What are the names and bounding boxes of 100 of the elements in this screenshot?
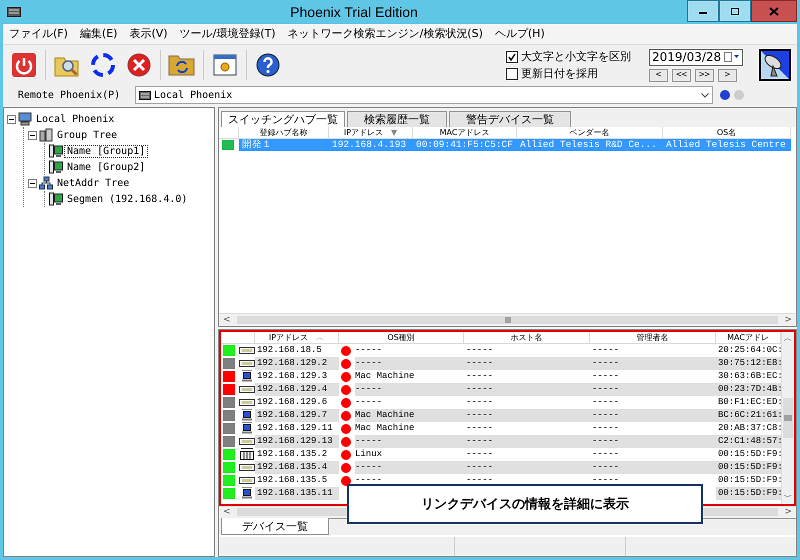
status-dot	[341, 450, 351, 460]
table-cell: C2:C1:48:57:	[716, 435, 781, 448]
scroll-down-arrow[interactable]: ﹀	[784, 490, 792, 504]
nav-button[interactable]: <<	[672, 68, 691, 82]
network-icon	[39, 176, 53, 190]
tab[interactable]: デバイス一覧	[221, 518, 329, 536]
column-header[interactable]: OS種別	[387, 332, 415, 343]
column-header[interactable]: 管理者名	[636, 332, 668, 343]
maximize-icon	[730, 6, 740, 16]
table-cell-text: -----	[591, 474, 620, 487]
calendar-dropdown-icon	[724, 52, 740, 62]
table-cell-text: -----	[355, 396, 384, 409]
table-cell-text: -----	[465, 448, 494, 461]
menu-item[interactable]: ヘルプ(H)	[494, 26, 545, 42]
menu-item[interactable]: ファイル(F)	[9, 26, 68, 42]
table-cell: 00:09:41:F5:C5:CF	[413, 139, 517, 151]
mac-computer-icon	[239, 370, 255, 382]
table-cell: -----	[590, 461, 716, 474]
table-cell-text: Mac Machine	[355, 370, 416, 383]
table-cell: -----	[464, 435, 590, 448]
tree-item[interactable]: Local Phoenix	[34, 114, 116, 124]
refresh-button[interactable]	[88, 50, 118, 80]
column-header[interactable]: OS名	[716, 127, 736, 138]
monitor-icon	[49, 192, 63, 206]
network-card-icon	[239, 357, 255, 369]
status-dot	[341, 424, 351, 434]
remote-dropdown[interactable]: Local Phoenix	[135, 86, 713, 104]
tree-item[interactable]: NetAddr Tree	[55, 178, 132, 188]
table-cell: 192.168.4.193	[329, 139, 413, 151]
nav-button[interactable]: >>	[695, 68, 714, 82]
table-cell-text: Mac Machine	[355, 422, 416, 435]
tab[interactable]: 警告デバイス一覧	[449, 111, 571, 127]
table-cell-text: Linux	[355, 448, 384, 461]
menu-item[interactable]: ツール/環境登録(T)	[180, 26, 276, 42]
collapse-icon[interactable]	[7, 114, 16, 124]
scroll-left-arrow[interactable]: <	[223, 315, 231, 325]
checkbox-label: 大文字と小文字を区別	[521, 49, 631, 64]
tab[interactable]: 検索履歴一覧	[347, 111, 447, 127]
table-cell: 192.168.135.4	[255, 461, 339, 474]
nav-button[interactable]: >	[718, 68, 737, 82]
column-header[interactable]: IPアドレス	[344, 127, 384, 138]
collapse-icon[interactable]	[28, 130, 37, 140]
table-cell: -----	[590, 357, 716, 370]
menu-item[interactable]: 表示(V)	[129, 26, 168, 42]
menu-item[interactable]: 編集(E)	[80, 26, 118, 42]
menu-item[interactable]: ネットワーク検索エンジン/検索状況(S)	[288, 26, 483, 42]
table-cell: -----	[464, 383, 590, 396]
status-light-icon	[719, 89, 747, 101]
checkbox[interactable]	[506, 68, 518, 80]
table-cell-text: B0:F1:EC:ED:	[717, 396, 781, 409]
tree-item[interactable]: Segmen (192.168.4.0)	[65, 194, 190, 204]
table-cell: -----	[590, 409, 716, 422]
network-card-icon	[239, 474, 255, 486]
table-cell-text: -----	[591, 344, 620, 357]
checkbox[interactable]	[506, 50, 518, 62]
table-cell: -----	[464, 357, 590, 370]
table-cell: Allied Telesis R&D Ce...	[517, 139, 663, 151]
table-cell-text: -----	[591, 422, 620, 435]
grip-icon	[504, 317, 512, 323]
scroll-left-arrow[interactable]: <	[223, 507, 231, 518]
column-header[interactable]: IPアドレス	[268, 332, 308, 343]
status-dot	[341, 436, 351, 446]
satellite-dish-icon[interactable]	[759, 49, 791, 81]
table-cell: Mac Machine	[355, 409, 464, 422]
column-header[interactable]: MACアドレ	[727, 332, 769, 343]
tab[interactable]: スイッチングハブ一覧	[221, 111, 345, 127]
table-cell-text: -----	[591, 448, 620, 461]
computer-icon	[139, 90, 151, 100]
grip-icon	[784, 414, 792, 421]
table-cell-text: 00:15:5D:F9:	[717, 474, 781, 487]
callout-tooltip: リンクデバイスの情報を詳細に表示	[347, 484, 703, 524]
table-cell: Allied Telesis Centre	[663, 139, 791, 151]
mac-computer-icon	[239, 422, 255, 434]
nav-button[interactable]: <	[649, 68, 668, 82]
scroll-right-arrow[interactable]: >	[784, 315, 792, 325]
maximize-button[interactable]	[719, 0, 751, 22]
table-cell-text: -----	[465, 370, 494, 383]
power-button[interactable]	[9, 50, 39, 80]
column-header[interactable]: 登録ハブ名称	[260, 127, 308, 138]
column-header[interactable]: ベンダー名	[570, 127, 610, 138]
scroll-up-arrow[interactable]: ︿	[784, 332, 792, 345]
close-button[interactable]	[751, 0, 797, 22]
table-cell: 00:23:7D:4B:	[716, 383, 781, 396]
tree-item[interactable]: Name [Group2]	[65, 162, 148, 172]
date-field[interactable]: 2019/03/28	[649, 48, 743, 66]
tree-item[interactable]: Group Tree	[55, 130, 120, 140]
collapse-icon[interactable]	[28, 178, 37, 188]
scroll-right-arrow[interactable]: >	[784, 507, 792, 518]
table-cell: -----	[590, 383, 716, 396]
column-header[interactable]: MACアドレス	[440, 127, 490, 138]
table-cell-text: -----	[591, 370, 620, 383]
table-cell: 開発１	[239, 139, 329, 151]
column-header[interactable]: ホスト名	[510, 332, 542, 343]
linux-computer-icon	[239, 448, 255, 460]
table-cell: 192.168.135.11	[255, 487, 339, 500]
tree-item[interactable]: Name [Group1]	[65, 146, 148, 156]
monitor-icon	[49, 160, 63, 174]
status-dot	[341, 410, 351, 420]
network-card-icon	[239, 344, 255, 356]
minimize-button[interactable]	[687, 0, 719, 22]
